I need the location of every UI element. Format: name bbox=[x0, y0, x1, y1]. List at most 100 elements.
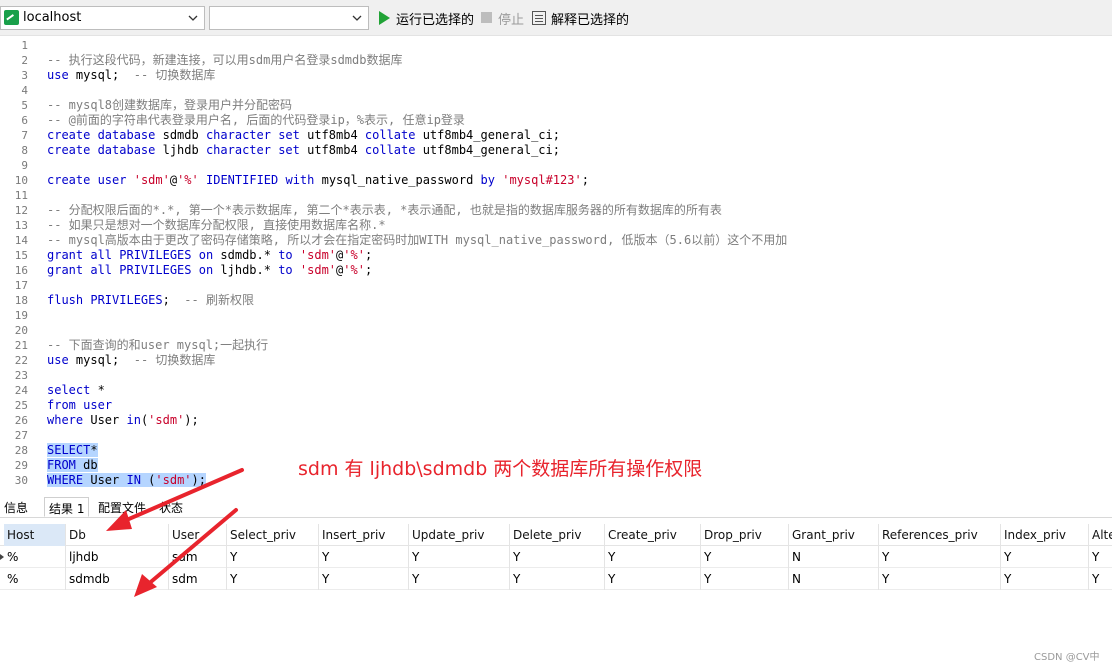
run-selected-button[interactable]: 运行已选择的 bbox=[378, 9, 475, 28]
table-row[interactable]: % ljhdb sdm Y Y Y Y Y Y N Y Y Y bbox=[0, 546, 1112, 568]
column-header[interactable]: User bbox=[169, 524, 227, 546]
table-cell[interactable]: ljhdb bbox=[66, 546, 169, 568]
table-cell[interactable]: Y bbox=[227, 568, 319, 590]
code-line[interactable]: 24 select * bbox=[0, 383, 1112, 398]
table-cell[interactable]: N bbox=[789, 546, 879, 568]
result-grid[interactable]: Host Db User Select_priv Insert_priv Update_p… bbox=[0, 524, 1112, 624]
code-line[interactable]: 25 from user bbox=[0, 398, 1112, 413]
code-token: * bbox=[90, 383, 105, 397]
code-token: sdmdb bbox=[155, 128, 206, 142]
column-header[interactable]: Db bbox=[66, 524, 169, 546]
table-cell[interactable]: Y bbox=[879, 546, 1001, 568]
column-header[interactable]: Host bbox=[4, 524, 66, 546]
code-line[interactable]: 10 create user 'sdm'@'%' IDENTIFIED with … bbox=[0, 173, 1112, 188]
tab-profile[interactable]: 配置文件 bbox=[94, 497, 150, 517]
column-header[interactable]: References_priv bbox=[879, 524, 1001, 546]
code-line[interactable]: 19 bbox=[0, 308, 1112, 323]
table-cell[interactable]: sdmdb bbox=[66, 568, 169, 590]
code-line[interactable]: 26 where User in('sdm'); bbox=[0, 413, 1112, 428]
line-number: 25 bbox=[14, 399, 28, 412]
column-header[interactable]: Create_priv bbox=[605, 524, 701, 546]
code-line[interactable]: 12 -- 分配权限后面的*.*, 第一个*表示数据库, 第二个*表示表, *表示… bbox=[0, 203, 1112, 218]
tab-info[interactable]: 信息 bbox=[0, 497, 32, 517]
code-token: character set bbox=[205, 143, 300, 157]
table-cell[interactable]: Y bbox=[1001, 546, 1089, 568]
code-line[interactable]: 6 -- @前面的字符串代表登录用户名, 后面的代码登录ip，%表示, 任意ip登… bbox=[0, 113, 1112, 128]
table-cell[interactable]: Y bbox=[1001, 568, 1089, 590]
column-header[interactable]: Insert_priv bbox=[319, 524, 409, 546]
code-text: -- mysql8创建数据库，登录用户并分配密码 bbox=[47, 98, 292, 113]
code-token: character set bbox=[205, 128, 300, 142]
table-cell[interactable]: Y bbox=[701, 568, 789, 590]
code-line[interactable]: 1 bbox=[0, 38, 1112, 53]
code-line[interactable]: 16 grant all PRIVILEGES on ljhdb.* to 'sd… bbox=[0, 263, 1112, 278]
table-cell[interactable]: % bbox=[4, 568, 66, 590]
column-header[interactable]: Select_priv bbox=[227, 524, 319, 546]
line-number: 3 bbox=[21, 69, 28, 82]
table-cell[interactable]: sdm bbox=[169, 546, 227, 568]
table-cell[interactable]: Y bbox=[319, 568, 409, 590]
table-cell[interactable]: Y bbox=[1089, 568, 1112, 590]
code-token: mysql_native_password bbox=[314, 173, 481, 187]
code-line[interactable]: 5 -- mysql8创建数据库，登录用户并分配密码 bbox=[0, 98, 1112, 113]
table-cell[interactable]: Y bbox=[1089, 546, 1112, 568]
table-cell[interactable]: Y bbox=[409, 546, 510, 568]
code-token: 'sdm' bbox=[299, 248, 337, 262]
code-line[interactable]: 8 create database ljhdb character set utf… bbox=[0, 143, 1112, 158]
sql-editor[interactable]: 1 2 -- 执行这段代码，新建连接，可以用sdm用户名登录sdmdb数据库 3 use… bbox=[0, 37, 1112, 489]
code-line[interactable]: 4 bbox=[0, 83, 1112, 98]
code-line[interactable]: 15 grant all PRIVILEGES on sdmdb.* to 'sd… bbox=[0, 248, 1112, 263]
table-cell[interactable]: Y bbox=[409, 568, 510, 590]
table-cell[interactable]: Y bbox=[701, 546, 789, 568]
code-line[interactable]: 17 bbox=[0, 278, 1112, 293]
code-token: ; bbox=[364, 248, 373, 262]
code-token: 'sdm' bbox=[133, 173, 170, 187]
table-cell[interactable]: N bbox=[789, 568, 879, 590]
code-line[interactable]: 22 use mysql; -- 切换数据库 bbox=[0, 353, 1112, 368]
toolbar: localhost 运行已选择的 停止 解释已选择的 bbox=[0, 0, 1112, 36]
explain-selected-button[interactable]: 解释已选择的 bbox=[532, 9, 630, 28]
tab-result-1[interactable]: 结果 1 bbox=[44, 497, 90, 517]
explain-selected-label: 解释已选择的 bbox=[551, 13, 630, 28]
column-header[interactable]: Index_priv bbox=[1001, 524, 1089, 546]
code-line[interactable]: 13 -- 如果只是想对一个数据库分配权限, 直接使用数据库名称.* bbox=[0, 218, 1112, 233]
code-line[interactable]: 9 bbox=[0, 158, 1112, 173]
tab-status[interactable]: 状态 bbox=[155, 497, 187, 517]
code-token: SELECT bbox=[47, 443, 91, 457]
column-header[interactable]: Grant_priv bbox=[789, 524, 879, 546]
column-header[interactable]: Update_priv bbox=[409, 524, 510, 546]
column-header[interactable]: Delete_priv bbox=[510, 524, 605, 546]
grid-header-row: Host Db User Select_priv Insert_priv Update_p… bbox=[0, 524, 1112, 546]
column-header[interactable]: Drop_priv bbox=[701, 524, 789, 546]
table-cell[interactable]: % bbox=[4, 546, 66, 568]
run-selected-label: 运行已选择的 bbox=[396, 13, 475, 28]
connection-select[interactable]: localhost bbox=[0, 6, 205, 30]
table-cell[interactable]: Y bbox=[319, 546, 409, 568]
code-line[interactable]: 7 create database sdmdb character set utf… bbox=[0, 128, 1112, 143]
stop-button[interactable]: 停止 bbox=[480, 9, 525, 28]
table-cell[interactable]: Y bbox=[605, 568, 701, 590]
code-line[interactable]: 23 bbox=[0, 368, 1112, 383]
table-cell[interactable]: Y bbox=[605, 546, 701, 568]
code-line[interactable]: 11 bbox=[0, 188, 1112, 203]
database-select[interactable] bbox=[209, 6, 369, 30]
table-cell[interactable]: Y bbox=[879, 568, 1001, 590]
code-line[interactable]: 3 use mysql; -- 切换数据库 bbox=[0, 68, 1112, 83]
code-line[interactable]: 14 -- mysql高版本由于更改了密码存储策略, 所以才会在指定密码时加WIT… bbox=[0, 233, 1112, 248]
code-token: utf8mb4 bbox=[299, 143, 365, 157]
column-header[interactable]: Alte bbox=[1089, 524, 1112, 546]
code-line[interactable]: 2 -- 执行这段代码，新建连接，可以用sdm用户名登录sdmdb数据库 bbox=[0, 53, 1112, 68]
table-row[interactable]: % sdmdb sdm Y Y Y Y Y Y N Y Y Y bbox=[0, 568, 1112, 590]
line-number: 1 bbox=[21, 39, 28, 52]
table-cell[interactable]: sdm bbox=[169, 568, 227, 590]
line-number: 22 bbox=[14, 354, 28, 367]
code-line[interactable]: 20 bbox=[0, 323, 1112, 338]
code-line[interactable]: 18 flush PRIVILEGES; -- 刷新权限 bbox=[0, 293, 1112, 308]
code-token: where bbox=[47, 413, 84, 427]
code-line[interactable]: 21 -- 下面查询的和user mysql;一起执行 bbox=[0, 338, 1112, 353]
code-line[interactable]: 27 bbox=[0, 428, 1112, 443]
table-cell[interactable]: Y bbox=[227, 546, 319, 568]
table-cell[interactable]: Y bbox=[510, 546, 605, 568]
code-token: @ bbox=[169, 173, 178, 187]
table-cell[interactable]: Y bbox=[510, 568, 605, 590]
